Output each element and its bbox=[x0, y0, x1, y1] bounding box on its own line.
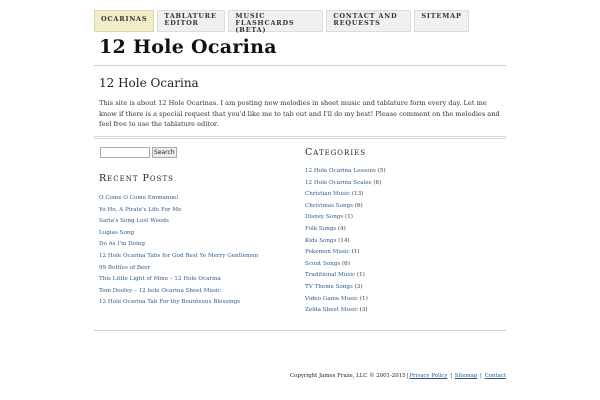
recent-post-link[interactable]: Do As I'm Doing bbox=[99, 241, 145, 247]
footer-copyright: Copyright James Fraze, LLC © 2001-2015 bbox=[290, 373, 406, 379]
footer-separator: | bbox=[450, 373, 453, 379]
footer-sitemap-link[interactable]: Sitemap bbox=[455, 373, 478, 379]
footer-contact-link[interactable]: Contact bbox=[485, 373, 506, 379]
list-item: Traditional Music (1) bbox=[305, 270, 386, 282]
list-item: Folk Songs (4) bbox=[305, 224, 386, 236]
category-link[interactable]: Scout Songs bbox=[305, 261, 340, 267]
list-item: Yo Ho, A Pirate's Life For Me bbox=[99, 205, 258, 217]
footer-separator: | bbox=[480, 373, 482, 379]
category-count: (1) bbox=[345, 214, 353, 221]
category-link[interactable]: Zelda Sheet Music bbox=[305, 307, 358, 313]
recent-post-link[interactable]: 12 Hole Ocarina Tabs for God Rest Ye Mer… bbox=[99, 253, 258, 259]
category-count: (13) bbox=[351, 191, 364, 198]
list-item: Video Game Music (1) bbox=[305, 294, 386, 306]
category-link[interactable]: Folk Songs bbox=[305, 226, 336, 232]
category-link[interactable]: Video Game Music bbox=[305, 296, 358, 302]
recent-post-link[interactable]: 99 Bottles of Beer bbox=[99, 265, 150, 271]
recent-post-link[interactable]: Tom Dooley – 12 hole Ocarina Sheet Music bbox=[99, 288, 221, 294]
recent-post-link[interactable]: Lugias Song bbox=[99, 230, 134, 236]
recent-post-link[interactable]: Yo Ho, A Pirate's Life For Me bbox=[99, 207, 181, 213]
list-item: Tom Dooley – 12 hole Ocarina Sheet Music bbox=[99, 286, 258, 298]
recent-post-link[interactable]: This Little Light of Mine – 12 Hole Ocar… bbox=[99, 276, 221, 282]
category-link[interactable]: Traditional Music bbox=[305, 272, 355, 278]
category-count: (3) bbox=[359, 307, 368, 314]
list-item: Christian Music (13) bbox=[305, 189, 386, 201]
list-item: 12 Hole Ocarina Lessons (5) bbox=[305, 166, 386, 178]
header-divider bbox=[94, 65, 506, 66]
category-count: (3) bbox=[354, 283, 363, 290]
categories-list: 12 Hole Ocarina Lessons (5) 12 Hole Ocar… bbox=[305, 166, 386, 317]
category-count: (14) bbox=[338, 237, 350, 244]
list-item: Do As I'm Doing bbox=[99, 239, 258, 251]
category-link[interactable]: Disney Songs bbox=[305, 214, 343, 220]
footer: Copyright James Fraze, LLC © 2001-2015|P… bbox=[290, 373, 506, 379]
recent-posts-heading: Recent Posts bbox=[99, 173, 174, 184]
list-item: 12 Hole Ocarina Tabs for God Rest Ye Mer… bbox=[99, 251, 258, 263]
list-item: 12 Hole Ocarina Scales (6) bbox=[305, 178, 386, 190]
nav-tab-sitemap[interactable]: Sitemap bbox=[414, 10, 469, 32]
list-item: Zelda Sheet Music (3) bbox=[305, 305, 386, 317]
category-link[interactable]: Pokemon Music bbox=[305, 249, 350, 255]
category-count: (6) bbox=[373, 179, 382, 186]
list-item: 99 Bottles of Beer bbox=[99, 263, 258, 275]
categories-heading: Categories bbox=[305, 147, 366, 158]
category-link[interactable]: Christmas Songs bbox=[305, 203, 353, 209]
content-divider bbox=[94, 136, 506, 139]
category-link[interactable]: 12 Hole Ocarina Lessons bbox=[305, 168, 376, 174]
category-count: (1) bbox=[351, 249, 360, 256]
category-count: (1) bbox=[359, 295, 368, 302]
category-count: (6) bbox=[354, 202, 363, 209]
category-count: (5) bbox=[377, 168, 386, 174]
footer-divider bbox=[94, 330, 506, 331]
list-item: Disney Songs (1) bbox=[305, 212, 386, 224]
intro-paragraph: This site is about 12 Hole Ocarinas. I a… bbox=[99, 99, 500, 128]
list-item: Christmas Songs (6) bbox=[305, 201, 386, 213]
search-button[interactable]: Search bbox=[152, 147, 177, 158]
recent-posts-list: O Come O Come Emmanuel Yo Ho, A Pirate's… bbox=[99, 193, 258, 309]
footer-privacy-link[interactable]: Privacy Policy bbox=[409, 373, 447, 379]
site-title[interactable]: 12 Hole Ocarina bbox=[99, 36, 277, 58]
category-link[interactable]: Christian Music bbox=[305, 191, 350, 197]
list-item: This Little Light of Mine – 12 Hole Ocar… bbox=[99, 274, 258, 286]
top-navigation: Ocarinas Tablature Editor Music Flashcar… bbox=[94, 10, 469, 34]
list-item: TV Theme Songs (3) bbox=[305, 282, 386, 294]
nav-tab-tablature-editor[interactable]: Tablature Editor bbox=[157, 10, 226, 32]
category-link[interactable]: 12 Hole Ocarina Scales bbox=[305, 180, 372, 186]
nav-tab-ocarinas[interactable]: Ocarinas bbox=[94, 10, 155, 32]
recent-post-link[interactable]: 12 Hole Ocarina Tab For thy Bounteous Bl… bbox=[99, 299, 240, 305]
category-count: (1) bbox=[356, 272, 365, 279]
list-item: Saria's Song Lost Woods bbox=[99, 216, 258, 228]
list-item: Kids Songs (14) bbox=[305, 236, 386, 248]
nav-tab-contact-requests[interactable]: Contact and Requests bbox=[326, 10, 412, 32]
search-form: Search bbox=[100, 147, 177, 158]
nav-tab-music-flashcards[interactable]: Music Flashcards (Beta) bbox=[228, 10, 324, 34]
category-link[interactable]: Kids Songs bbox=[305, 238, 336, 244]
page-title: 12 Hole Ocarina bbox=[99, 76, 199, 90]
category-count: (6) bbox=[342, 260, 350, 267]
category-count: (4) bbox=[337, 225, 346, 232]
list-item: Pokemon Music (1) bbox=[305, 247, 386, 259]
recent-post-link[interactable]: O Come O Come Emmanuel bbox=[99, 195, 178, 201]
list-item: O Come O Come Emmanuel bbox=[99, 193, 258, 205]
list-item: Scout Songs (6) bbox=[305, 259, 386, 271]
category-link[interactable]: TV Theme Songs bbox=[305, 284, 353, 290]
recent-post-link[interactable]: Saria's Song Lost Woods bbox=[99, 218, 169, 224]
search-input[interactable] bbox=[100, 147, 150, 158]
list-item: Lugias Song bbox=[99, 228, 258, 240]
list-item: 12 Hole Ocarina Tab For thy Bounteous Bl… bbox=[99, 297, 258, 309]
